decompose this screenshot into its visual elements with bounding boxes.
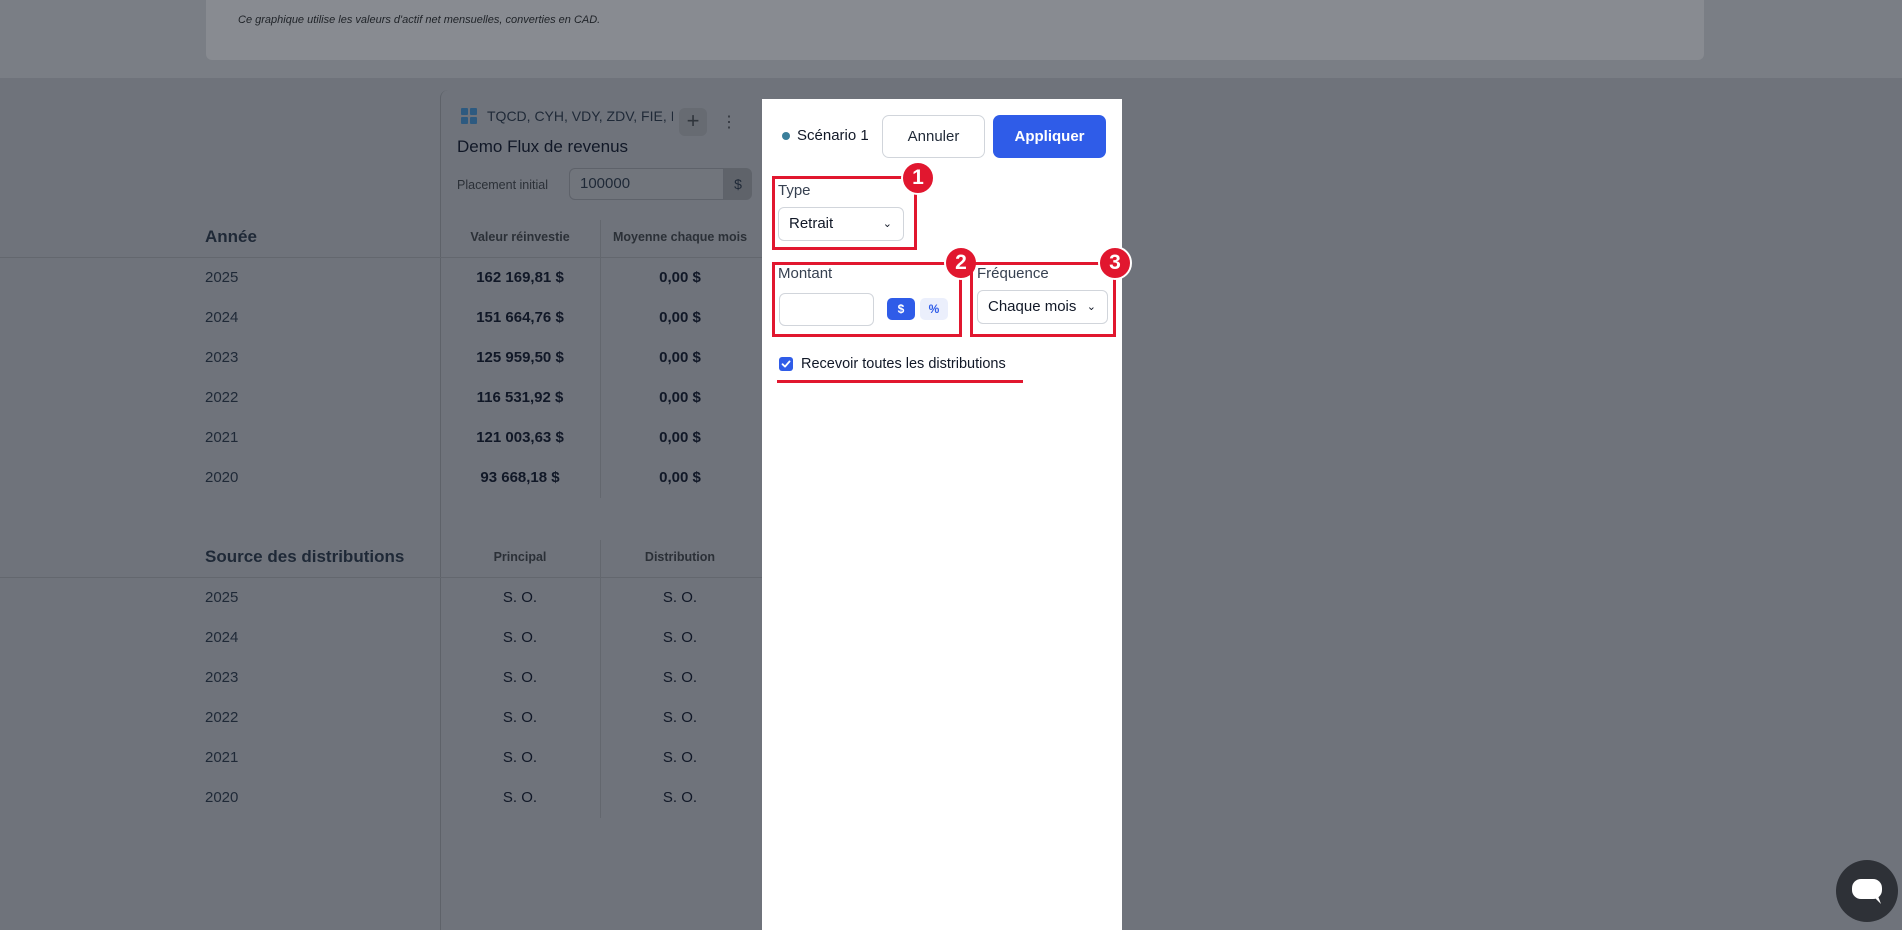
chat-bubble-icon [1852, 879, 1882, 904]
annotation-underline-checkbox [777, 380, 1023, 383]
distribution-cell: S. O. [662, 588, 698, 606]
table-row: 2025 162 169,81 $ 0,00 $ [205, 257, 760, 297]
year-cell: 2025 [205, 588, 239, 606]
annotation-box-type [772, 176, 917, 250]
monthly-cell: 0,00 $ [659, 388, 701, 406]
year-cell: 2025 [205, 268, 239, 286]
monthly-cell: 0,00 $ [659, 268, 701, 286]
year-cell: 2021 [205, 748, 239, 766]
table-row: 2020 S. O. S. O. [205, 777, 760, 817]
year-cell: 2024 [205, 628, 239, 646]
table-row: 2024 151 664,76 $ 0,00 $ [205, 297, 760, 337]
monthly-cell: 0,00 $ [659, 468, 701, 486]
distribution-cell: S. O. [662, 708, 698, 726]
scenario-title: Demo Flux de revenus [457, 137, 629, 156]
year-cell: 2024 [205, 308, 239, 326]
more-options-icon[interactable]: ⋮ [721, 112, 737, 132]
chat-widget-button[interactable] [1836, 860, 1898, 922]
overlay-backdrop[interactable] [1122, 78, 1902, 930]
principal-cell: S. O. [502, 708, 538, 726]
year-cell: 2021 [205, 428, 239, 446]
table-row: 2023 125 959,50 $ 0,00 $ [205, 337, 760, 377]
chart-card: Ce graphique utilise les valeurs d'actif… [206, 0, 1704, 60]
principal-cell: S. O. [502, 748, 538, 766]
scenario-tickers: TQCD, CYH, VDY, ZDV, FIE, I [487, 108, 673, 124]
table-row: 2025 S. O. S. O. [205, 577, 760, 617]
table-row: 2023 S. O. S. O. [205, 657, 760, 697]
year-table: Année Valeur réinvestie Moyenne chaque m… [205, 217, 760, 497]
column-header: Moyenne chaque mois [612, 230, 748, 244]
add-icon[interactable]: + [679, 108, 707, 136]
initial-investment-input[interactable]: 100000 [569, 168, 724, 200]
table-row: 2020 93 668,18 $ 0,00 $ [205, 457, 760, 497]
column-header: Valeur réinvestie [470, 230, 570, 244]
year-cell: 2020 [205, 468, 239, 486]
reinvested-cell: 93 668,18 $ [480, 468, 560, 486]
distribution-cell: S. O. [662, 668, 698, 686]
scenario-header: TQCD, CYH, VDY, ZDV, FIE, I [461, 108, 673, 124]
distribution-source-table: Source des distributions Principal Distr… [205, 537, 760, 817]
scenario-label: Scénario 1 [797, 127, 869, 144]
monthly-cell: 0,00 $ [659, 308, 701, 326]
table-row: 2021 121 003,63 $ 0,00 $ [205, 417, 760, 457]
distribution-cell: S. O. [662, 748, 698, 766]
distribution-cell: S. O. [662, 628, 698, 646]
reinvested-cell: 116 531,92 $ [476, 388, 564, 406]
scenario-color-dot [782, 132, 790, 140]
annotation-box-amount [772, 262, 962, 337]
apply-button[interactable]: Appliquer [993, 115, 1106, 158]
year-cell: 2020 [205, 788, 239, 806]
reinvested-cell: 125 959,50 $ [476, 348, 564, 366]
chart-footnote: Ce graphique utilise les valeurs d'actif… [238, 14, 601, 26]
year-cell: 2022 [205, 708, 239, 726]
receive-distributions-checkbox[interactable] [779, 357, 793, 371]
initial-investment-label: Placement initial [457, 178, 549, 192]
annotation-marker-1: 1 [901, 161, 935, 195]
column-header: Distribution [644, 550, 716, 564]
reinvested-cell: 151 664,76 $ [476, 308, 564, 326]
table-row: 2024 S. O. S. O. [205, 617, 760, 657]
cancel-button[interactable]: Annuler [882, 115, 985, 158]
year-table-title: Année [205, 227, 257, 246]
year-cell: 2023 [205, 668, 239, 686]
principal-cell: S. O. [502, 628, 538, 646]
year-cell: 2022 [205, 388, 239, 406]
check-icon [781, 360, 791, 368]
initial-investment-unit: $ [724, 168, 752, 200]
annotation-box-frequency [970, 262, 1116, 337]
receive-distributions-label[interactable]: Recevoir toutes les distributions [801, 356, 1006, 372]
column-header: Principal [493, 550, 547, 564]
monthly-cell: 0,00 $ [659, 348, 701, 366]
table-row: 2022 S. O. S. O. [205, 697, 760, 737]
reinvested-cell: 121 003,63 $ [476, 428, 564, 446]
principal-cell: S. O. [502, 668, 538, 686]
reinvested-cell: 162 169,81 $ [476, 268, 564, 286]
principal-cell: S. O. [502, 788, 538, 806]
distribution-cell: S. O. [662, 788, 698, 806]
grid-icon [461, 108, 477, 124]
annotation-marker-3: 3 [1098, 246, 1132, 280]
table-row: 2021 S. O. S. O. [205, 737, 760, 777]
year-cell: 2023 [205, 348, 239, 366]
monthly-cell: 0,00 $ [659, 428, 701, 446]
page-header-area: Ce graphique utilise les valeurs d'actif… [0, 0, 1902, 78]
source-table-title: Source des distributions [205, 547, 405, 566]
principal-cell: S. O. [502, 588, 538, 606]
table-row: 2022 116 531,92 $ 0,00 $ [205, 377, 760, 417]
